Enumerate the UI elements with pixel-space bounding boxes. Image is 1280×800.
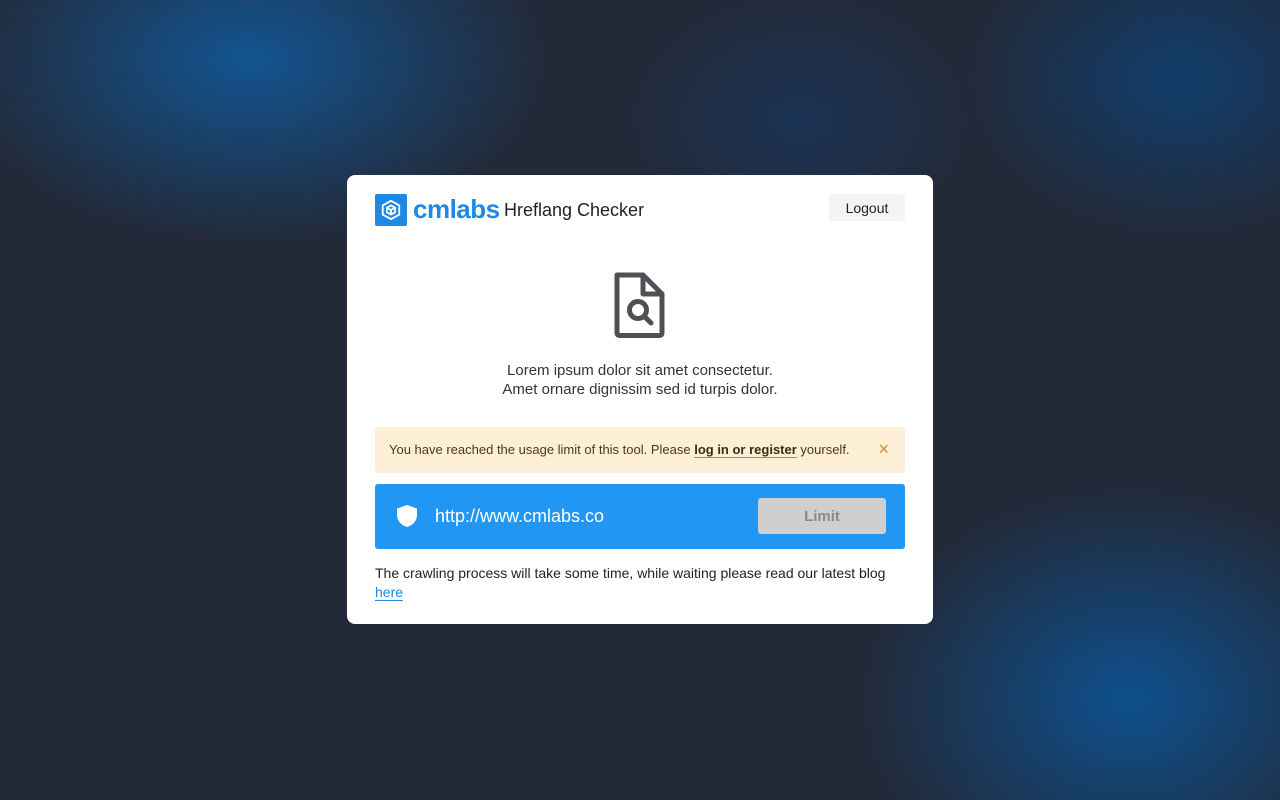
tool-description: Lorem ipsum dolor sit amet consectetur. … — [347, 361, 933, 399]
close-icon[interactable]: × — [878, 439, 889, 459]
tool-card: cmlabs Hreflang Checker Logout Lorem ips… — [347, 175, 933, 624]
alert-text-before: You have reached the usage limit of this… — [389, 442, 695, 457]
description-line-2: Amet ornare dignissim sed id turpis dolo… — [502, 381, 778, 398]
alert-message: You have reached the usage limit of this… — [389, 442, 850, 458]
alert-text-after: yourself. — [796, 442, 850, 457]
card-header: cmlabs Hreflang Checker Logout — [375, 193, 905, 227]
login-register-link[interactable]: log in or register — [694, 442, 797, 458]
crawling-notice-text: The crawling process will take some time… — [375, 565, 886, 581]
crawling-notice: The crawling process will take some time… — [375, 564, 905, 602]
brand-name: cmlabs — [413, 194, 500, 224]
url-bar: Limit — [375, 484, 905, 549]
tool-title: Hreflang Checker — [504, 200, 645, 220]
blog-link[interactable]: here — [375, 584, 404, 601]
shield-icon — [397, 505, 417, 527]
document-search-icon — [611, 271, 667, 339]
cube-logo-icon — [375, 194, 407, 226]
url-input[interactable] — [435, 503, 735, 529]
limit-button[interactable]: Limit — [758, 498, 886, 534]
logout-button[interactable]: Logout — [829, 194, 905, 221]
description-line-1: Lorem ipsum dolor sit amet consectetur. — [507, 362, 773, 379]
usage-limit-alert: You have reached the usage limit of this… — [375, 427, 905, 473]
